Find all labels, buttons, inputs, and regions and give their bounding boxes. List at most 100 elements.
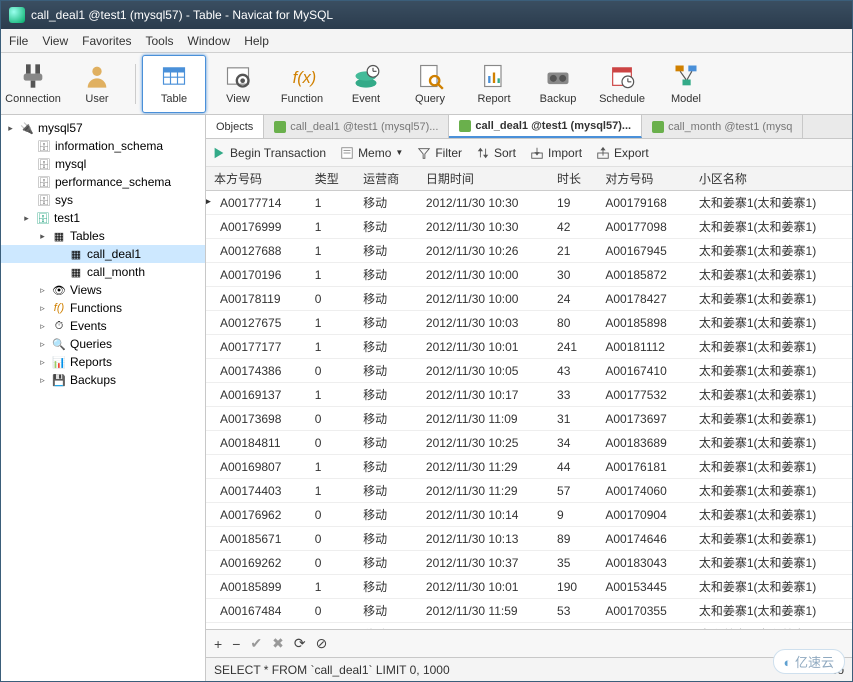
cell[interactable]: 1: [307, 575, 355, 599]
cell[interactable]: A00169807: [206, 455, 307, 479]
column-header[interactable]: 运营商: [355, 167, 418, 191]
cell[interactable]: 移动: [355, 407, 418, 431]
cell[interactable]: 1: [307, 335, 355, 359]
table-row[interactable]: A001771771移动2012/11/30 10:01241A00181112…: [206, 335, 852, 359]
table-row[interactable]: A001781190移动2012/11/30 10:0024A00178427太…: [206, 287, 852, 311]
cell[interactable]: A00174060: [597, 479, 691, 503]
cell[interactable]: A00177532: [597, 383, 691, 407]
menu-tools[interactable]: Tools: [146, 34, 174, 48]
cell[interactable]: 0: [307, 287, 355, 311]
memo-button[interactable]: Memo▼: [340, 146, 403, 160]
apply-button[interactable]: ✔: [250, 635, 262, 652]
cell[interactable]: 0: [307, 359, 355, 383]
menu-favorites[interactable]: Favorites: [82, 34, 131, 48]
table-row[interactable]: A001698071移动2012/11/30 11:2944A00176181太…: [206, 455, 852, 479]
cell[interactable]: 35: [549, 551, 597, 575]
cell[interactable]: 移动: [355, 599, 418, 623]
cell[interactable]: A00179168: [597, 191, 691, 215]
cell[interactable]: A00181112: [597, 335, 691, 359]
cell[interactable]: 移动: [355, 479, 418, 503]
cell[interactable]: 太和姜寨1(太和姜寨1): [691, 383, 852, 407]
tree-tables[interactable]: ▸▦Tables: [1, 227, 205, 245]
tree-reports[interactable]: ▹📊Reports: [1, 353, 205, 371]
tool-table[interactable]: Table: [142, 55, 206, 113]
cell[interactable]: 2012/11/30 10:30: [418, 215, 549, 239]
cell[interactable]: 移动: [355, 335, 418, 359]
cell[interactable]: 移动: [355, 551, 418, 575]
table-row[interactable]: A001692620移动2012/11/30 10:3735A00183043太…: [206, 551, 852, 575]
cell[interactable]: 1: [307, 239, 355, 263]
tool-event[interactable]: Event: [334, 55, 398, 113]
cell[interactable]: 移动: [355, 311, 418, 335]
cell[interactable]: A00169262: [206, 551, 307, 575]
column-header[interactable]: 类型: [307, 167, 355, 191]
cell[interactable]: A00185898: [597, 311, 691, 335]
cell[interactable]: 9: [549, 503, 597, 527]
cell[interactable]: A00167410: [597, 359, 691, 383]
tab-1[interactable]: call_deal1 @test1 (mysql57)...: [264, 115, 449, 138]
cell[interactable]: 2012/11/30 10:25: [418, 431, 549, 455]
cell[interactable]: A00174403: [206, 479, 307, 503]
column-header[interactable]: 日期时间: [418, 167, 549, 191]
cell[interactable]: 2012/11/30 10:00: [418, 287, 549, 311]
export-button[interactable]: Export: [596, 146, 649, 160]
menu-window[interactable]: Window: [188, 34, 231, 48]
cell[interactable]: 太和姜寨1(太和姜寨1): [691, 527, 852, 551]
tool-query[interactable]: Query: [398, 55, 462, 113]
cell[interactable]: 太和姜寨1(太和姜寨1): [691, 191, 852, 215]
cell[interactable]: 2012/11/30 10:01: [418, 575, 549, 599]
cell[interactable]: 移动: [355, 191, 418, 215]
cell[interactable]: 89: [549, 527, 597, 551]
cell[interactable]: 移动: [355, 263, 418, 287]
cell[interactable]: 太和姜寨1(太和姜寨1): [691, 215, 852, 239]
table-row[interactable]: A001701961移动2012/11/30 10:0030A00185872太…: [206, 263, 852, 287]
cell[interactable]: 2012/11/30 10:05: [418, 359, 549, 383]
cell[interactable]: 1: [307, 455, 355, 479]
cell[interactable]: A00127675: [206, 311, 307, 335]
cell[interactable]: A00127688: [206, 239, 307, 263]
cell[interactable]: 1: [307, 311, 355, 335]
tool-function[interactable]: f(x)Function: [270, 55, 334, 113]
cell[interactable]: 21: [549, 239, 597, 263]
cell[interactable]: A00178427: [597, 287, 691, 311]
table-row[interactable]: A001858991移动2012/11/30 10:01190A00153445…: [206, 575, 852, 599]
tool-user[interactable]: User: [65, 55, 129, 113]
table-row[interactable]: A001276881移动2012/11/30 10:2621A00167945太…: [206, 239, 852, 263]
cell[interactable]: A00178119: [206, 287, 307, 311]
cell[interactable]: A00183043: [597, 551, 691, 575]
cell[interactable]: 19: [549, 191, 597, 215]
table-row[interactable]: A001777141移动2012/11/30 10:3019A00179168太…: [206, 191, 852, 215]
tree-db[interactable]: 🗄information_schema: [1, 137, 205, 155]
cell[interactable]: 1: [307, 191, 355, 215]
tree-table-call-month[interactable]: ▦call_month: [1, 263, 205, 281]
cell[interactable]: A00177098: [597, 215, 691, 239]
cell[interactable]: 0: [307, 407, 355, 431]
cell[interactable]: 太和姜寨1(太和姜寨1): [691, 599, 852, 623]
cell[interactable]: 2012/11/30 10:30: [418, 191, 549, 215]
table-row[interactable]: A001674840移动2012/11/30 11:5953A00170355太…: [206, 599, 852, 623]
cell[interactable]: 太和姜寨1(太和姜寨1): [691, 407, 852, 431]
stop-button[interactable]: ⊘: [316, 635, 328, 652]
cell[interactable]: 0: [307, 527, 355, 551]
cell[interactable]: 33: [549, 383, 597, 407]
cell[interactable]: 0: [307, 551, 355, 575]
cell[interactable]: 移动: [355, 215, 418, 239]
tree-db[interactable]: 🗄sys: [1, 191, 205, 209]
cell[interactable]: A00184811: [206, 431, 307, 455]
tree-events[interactable]: ▹⏱Events: [1, 317, 205, 335]
cell[interactable]: 1: [307, 383, 355, 407]
cell[interactable]: 太和姜寨1(太和姜寨1): [691, 359, 852, 383]
cell[interactable]: A00173697: [597, 407, 691, 431]
refresh-button[interactable]: ⟳: [294, 635, 306, 652]
cell[interactable]: 57: [549, 479, 597, 503]
cell[interactable]: 2012/11/30 10:03: [418, 311, 549, 335]
cell[interactable]: 移动: [355, 455, 418, 479]
cell[interactable]: A00174543: [206, 623, 307, 630]
cell[interactable]: 0: [307, 599, 355, 623]
cell[interactable]: 53: [549, 599, 597, 623]
column-header[interactable]: 时长: [549, 167, 597, 191]
column-header[interactable]: 本方号码: [206, 167, 307, 191]
table-row[interactable]: A001856710移动2012/11/30 10:1389A00174646太…: [206, 527, 852, 551]
cell[interactable]: A00176181: [597, 455, 691, 479]
tool-backup[interactable]: Backup: [526, 55, 590, 113]
